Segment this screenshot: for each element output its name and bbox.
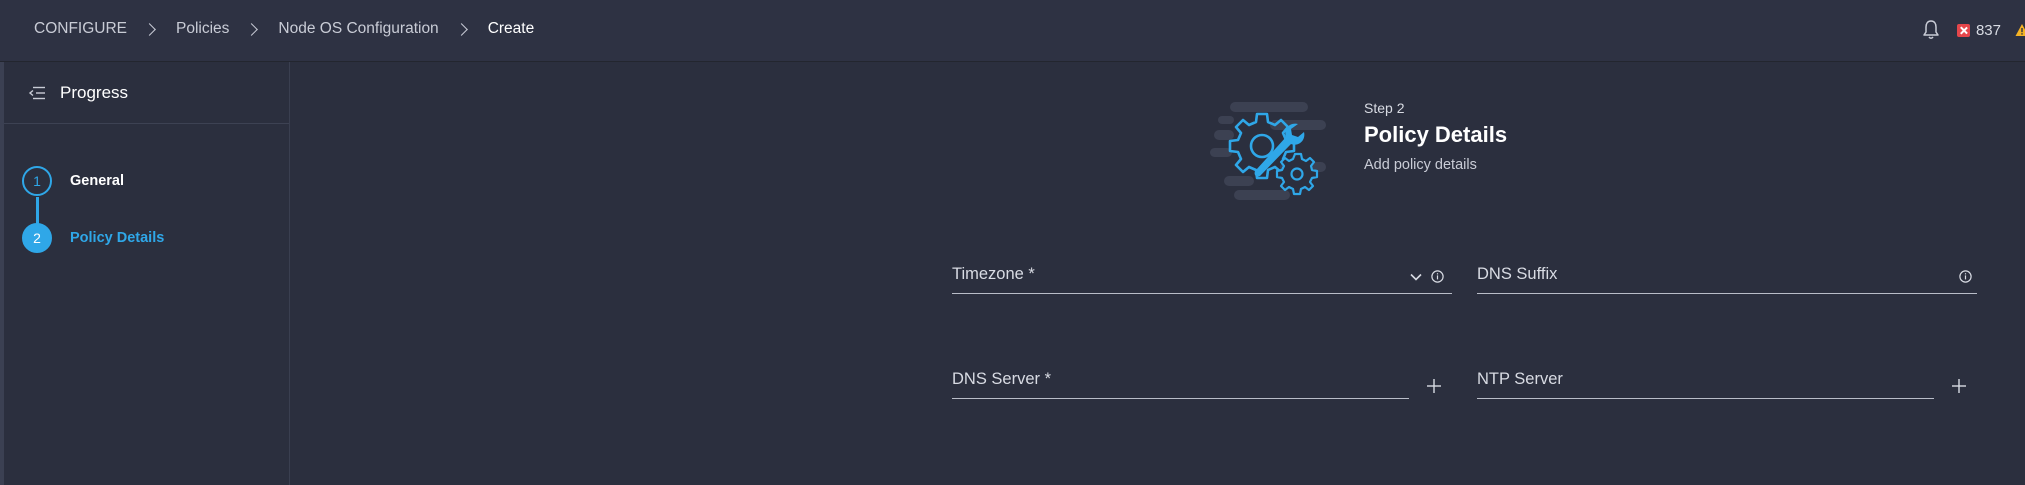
settings-wrench-icon: [1210, 102, 1326, 200]
warning-icon[interactable]: [2015, 23, 2025, 37]
dns-suffix-label: DNS Suffix: [1477, 265, 1558, 283]
top-bar: CONFIGURE Policies Node OS Configuration…: [0, 0, 2025, 62]
step-caption: Step 2: [1364, 100, 1405, 116]
sidebar-title: Progress: [60, 82, 129, 102]
breadcrumb-create: Create: [487, 20, 535, 37]
chevron-right-icon: [454, 22, 468, 36]
bell-icon[interactable]: [1921, 19, 1941, 41]
info-icon[interactable]: [1431, 270, 1444, 283]
breadcrumb-configure[interactable]: CONFIGURE: [34, 20, 127, 38]
page-subtitle: Add policy details: [1364, 157, 1477, 173]
ntp-server-label: NTP Server: [1477, 370, 1563, 388]
add-ntp-server-plus-icon[interactable]: [1951, 378, 1967, 394]
chevron-right-icon: [245, 22, 259, 36]
progress-steps: 1 General 2 Policy Details: [4, 124, 289, 266]
progress-sidebar: Progress 1 General 2 Policy Details: [4, 62, 290, 485]
step-number-badge: 2: [22, 222, 52, 253]
collapse-menu-icon[interactable]: [28, 86, 46, 100]
timezone-select[interactable]: Timezone *: [952, 260, 1452, 294]
dns-suffix-field[interactable]: DNS Suffix: [1477, 260, 1977, 294]
breadcrumb: CONFIGURE Policies Node OS Configuration…: [34, 20, 534, 38]
timezone-label: Timezone *: [952, 265, 1035, 283]
breadcrumb-policies[interactable]: Policies: [176, 20, 229, 38]
ntp-server-field[interactable]: NTP Server: [1477, 365, 1934, 399]
step-label: General: [70, 172, 124, 189]
step-label: Policy Details: [70, 229, 165, 246]
dns-server-label: DNS Server *: [952, 370, 1052, 388]
sidebar-header: Progress: [4, 62, 289, 124]
chevron-right-icon: [143, 22, 156, 36]
step-number-badge: 1: [22, 165, 52, 196]
info-icon[interactable]: [1959, 270, 1972, 283]
main-content: Step 2 Policy Details Add policy details…: [291, 62, 2025, 485]
add-dns-server-plus-icon[interactable]: [1426, 378, 1442, 394]
breadcrumb-node-os-configuration[interactable]: Node OS Configuration: [278, 20, 438, 38]
chevron-down-icon[interactable]: [1410, 273, 1422, 281]
step-general[interactable]: 1 General: [4, 152, 289, 209]
error-icon[interactable]: [1956, 23, 1970, 37]
dns-server-field[interactable]: DNS Server *: [952, 365, 1409, 399]
header-alerts: 837: [1921, 19, 2025, 41]
page-title: Policy Details: [1364, 122, 1508, 147]
error-count[interactable]: 837: [1976, 22, 2001, 39]
step-policy-details[interactable]: 2 Policy Details: [4, 209, 289, 266]
